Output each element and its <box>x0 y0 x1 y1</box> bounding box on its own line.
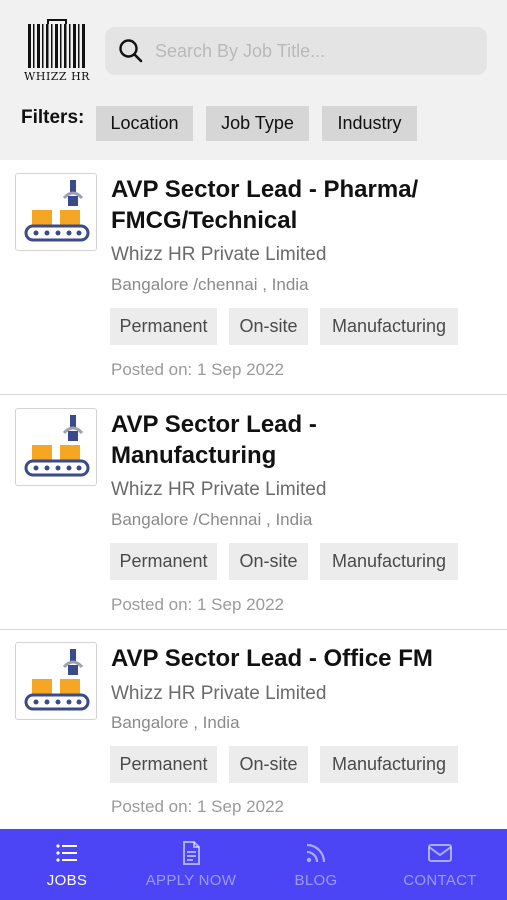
list-icon <box>56 844 77 862</box>
rss-icon <box>306 843 326 863</box>
document-icon <box>183 841 200 865</box>
logo-text: WHIZZ HR <box>24 70 90 83</box>
nav-blog[interactable]: BLOG <box>266 829 366 900</box>
filter-industry-button[interactable]: Industry <box>322 106 417 141</box>
industry-tag: Manufacturing <box>320 746 458 783</box>
nav-blog-label: BLOG <box>294 872 338 889</box>
search-input[interactable] <box>155 40 487 62</box>
manufacturing-conveyor-icon <box>15 408 97 486</box>
job-location: Bangalore /Chennai , India <box>111 510 313 529</box>
job-title[interactable]: AVP Sector Lead - Manufacturing <box>111 409 491 471</box>
filter-location-button[interactable]: Location <box>96 106 193 141</box>
nav-apply-now[interactable]: APPLY NOW <box>131 829 251 900</box>
bottom-navigation: JOBS APPLY NOW BLOG CONTACT <box>0 829 507 900</box>
nav-contact-label: CONTACT <box>403 872 477 889</box>
job-title-line: AVP Sector Lead - Pharma/ <box>111 176 419 203</box>
posted-date: Posted on: 1 Sep 2022 <box>111 797 284 816</box>
nav-apply-now-label: APPLY NOW <box>145 872 237 889</box>
job-card[interactable]: AVP Sector Lead - Manufacturing Whizz HR… <box>0 395 507 630</box>
posted-date: Posted on: 1 Sep 2022 <box>111 360 284 379</box>
job-title-line: AVP Sector Lead - Office FM <box>111 645 433 672</box>
job-title-line: AVP Sector Lead - <box>111 411 317 438</box>
job-title[interactable]: AVP Sector Lead - Pharma/ FMCG/Technical <box>111 174 491 236</box>
company-name: Whizz HR Private Limited <box>111 683 327 704</box>
nav-jobs-label: JOBS <box>46 872 88 889</box>
industry-tag: Manufacturing <box>320 308 458 345</box>
search-bar[interactable] <box>105 27 487 75</box>
employment-type-tag: Permanent <box>110 543 217 580</box>
job-location: Bangalore /chennai , India <box>111 275 309 294</box>
posted-date: Posted on: 1 Sep 2022 <box>111 595 284 614</box>
barcode-briefcase-icon <box>28 19 85 68</box>
job-title[interactable]: AVP Sector Lead - Office FM <box>111 643 491 674</box>
nav-contact[interactable]: CONTACT <box>388 829 492 900</box>
company-name: Whizz HR Private Limited <box>111 244 327 265</box>
header: WHIZZ HR Filters: Location Job Type Indu… <box>0 0 507 160</box>
mail-icon <box>428 844 452 862</box>
job-title-line: Manufacturing <box>111 442 277 469</box>
nav-jobs[interactable]: JOBS <box>17 829 117 900</box>
employment-type-tag: Permanent <box>110 746 217 783</box>
whizz-hr-logo[interactable]: WHIZZ HR <box>24 18 90 86</box>
employment-type-tag: Permanent <box>110 308 217 345</box>
manufacturing-conveyor-icon <box>15 173 97 251</box>
industry-tag: Manufacturing <box>320 543 458 580</box>
job-card[interactable]: AVP Sector Lead - Office FM Whizz HR Pri… <box>0 630 507 829</box>
work-mode-tag: On-site <box>229 543 308 580</box>
job-location: Bangalore , India <box>111 713 240 732</box>
filters-label: Filters: <box>21 107 85 128</box>
work-mode-tag: On-site <box>229 746 308 783</box>
company-name: Whizz HR Private Limited <box>111 479 327 500</box>
search-icon <box>119 39 143 63</box>
work-mode-tag: On-site <box>229 308 308 345</box>
job-title-line: FMCG/Technical <box>111 207 298 234</box>
job-card[interactable]: AVP Sector Lead - Pharma/ FMCG/Technical… <box>0 160 507 395</box>
manufacturing-conveyor-icon <box>15 642 97 720</box>
filter-job-type-button[interactable]: Job Type <box>206 106 309 141</box>
